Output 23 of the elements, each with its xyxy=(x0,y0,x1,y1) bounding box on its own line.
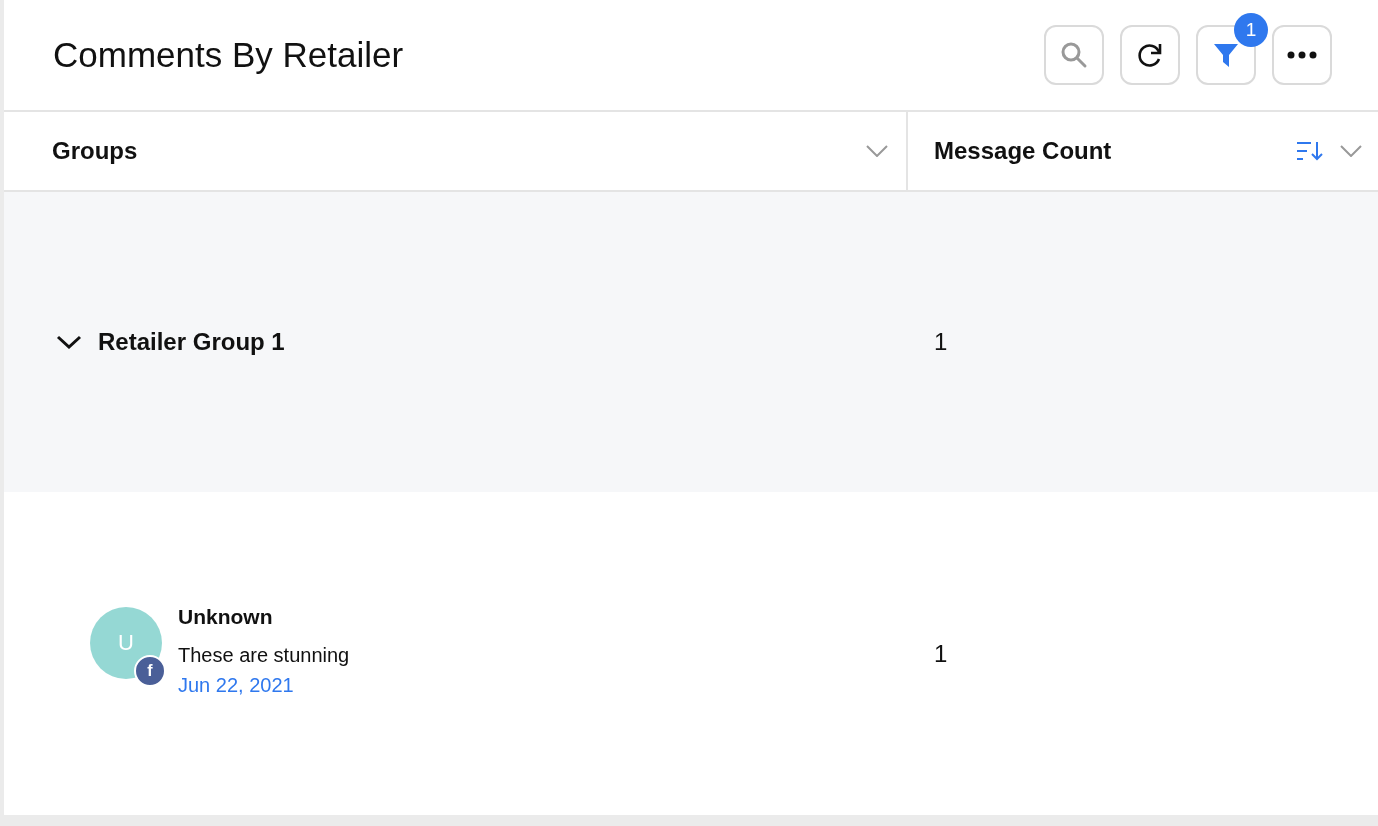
social-network-icon: f xyxy=(134,654,166,687)
message-count: 1 xyxy=(933,638,948,669)
column-header[interactable]: Message Count xyxy=(934,133,1112,169)
column-header[interactable]: Groups xyxy=(52,133,138,169)
group-label: Retailer Group 1 xyxy=(98,327,285,357)
message-count: 1 xyxy=(933,327,948,357)
more-icon xyxy=(1287,51,1317,59)
more-options-button[interactable] xyxy=(1272,25,1332,85)
author-name: Unknown xyxy=(178,603,274,630)
comment-text: These are stunning xyxy=(178,643,350,669)
filter-icon xyxy=(1212,41,1240,69)
chevron-down-icon[interactable] xyxy=(1340,145,1362,157)
filter-button[interactable] xyxy=(1196,25,1256,85)
search-icon xyxy=(1059,40,1089,70)
filter-count-badge: 1 xyxy=(1234,13,1268,47)
avatar-initial: U xyxy=(118,629,134,658)
collapse-chevron-icon[interactable] xyxy=(56,335,82,349)
chevron-down-icon[interactable] xyxy=(866,145,888,157)
widget-title: Comments By Retailer xyxy=(53,34,404,76)
search-button[interactable] xyxy=(1044,25,1104,85)
comment-date[interactable]: Jun 22, 2021 xyxy=(178,670,350,701)
refresh-button[interactable] xyxy=(1120,25,1180,85)
sort-icon[interactable] xyxy=(1296,141,1324,161)
